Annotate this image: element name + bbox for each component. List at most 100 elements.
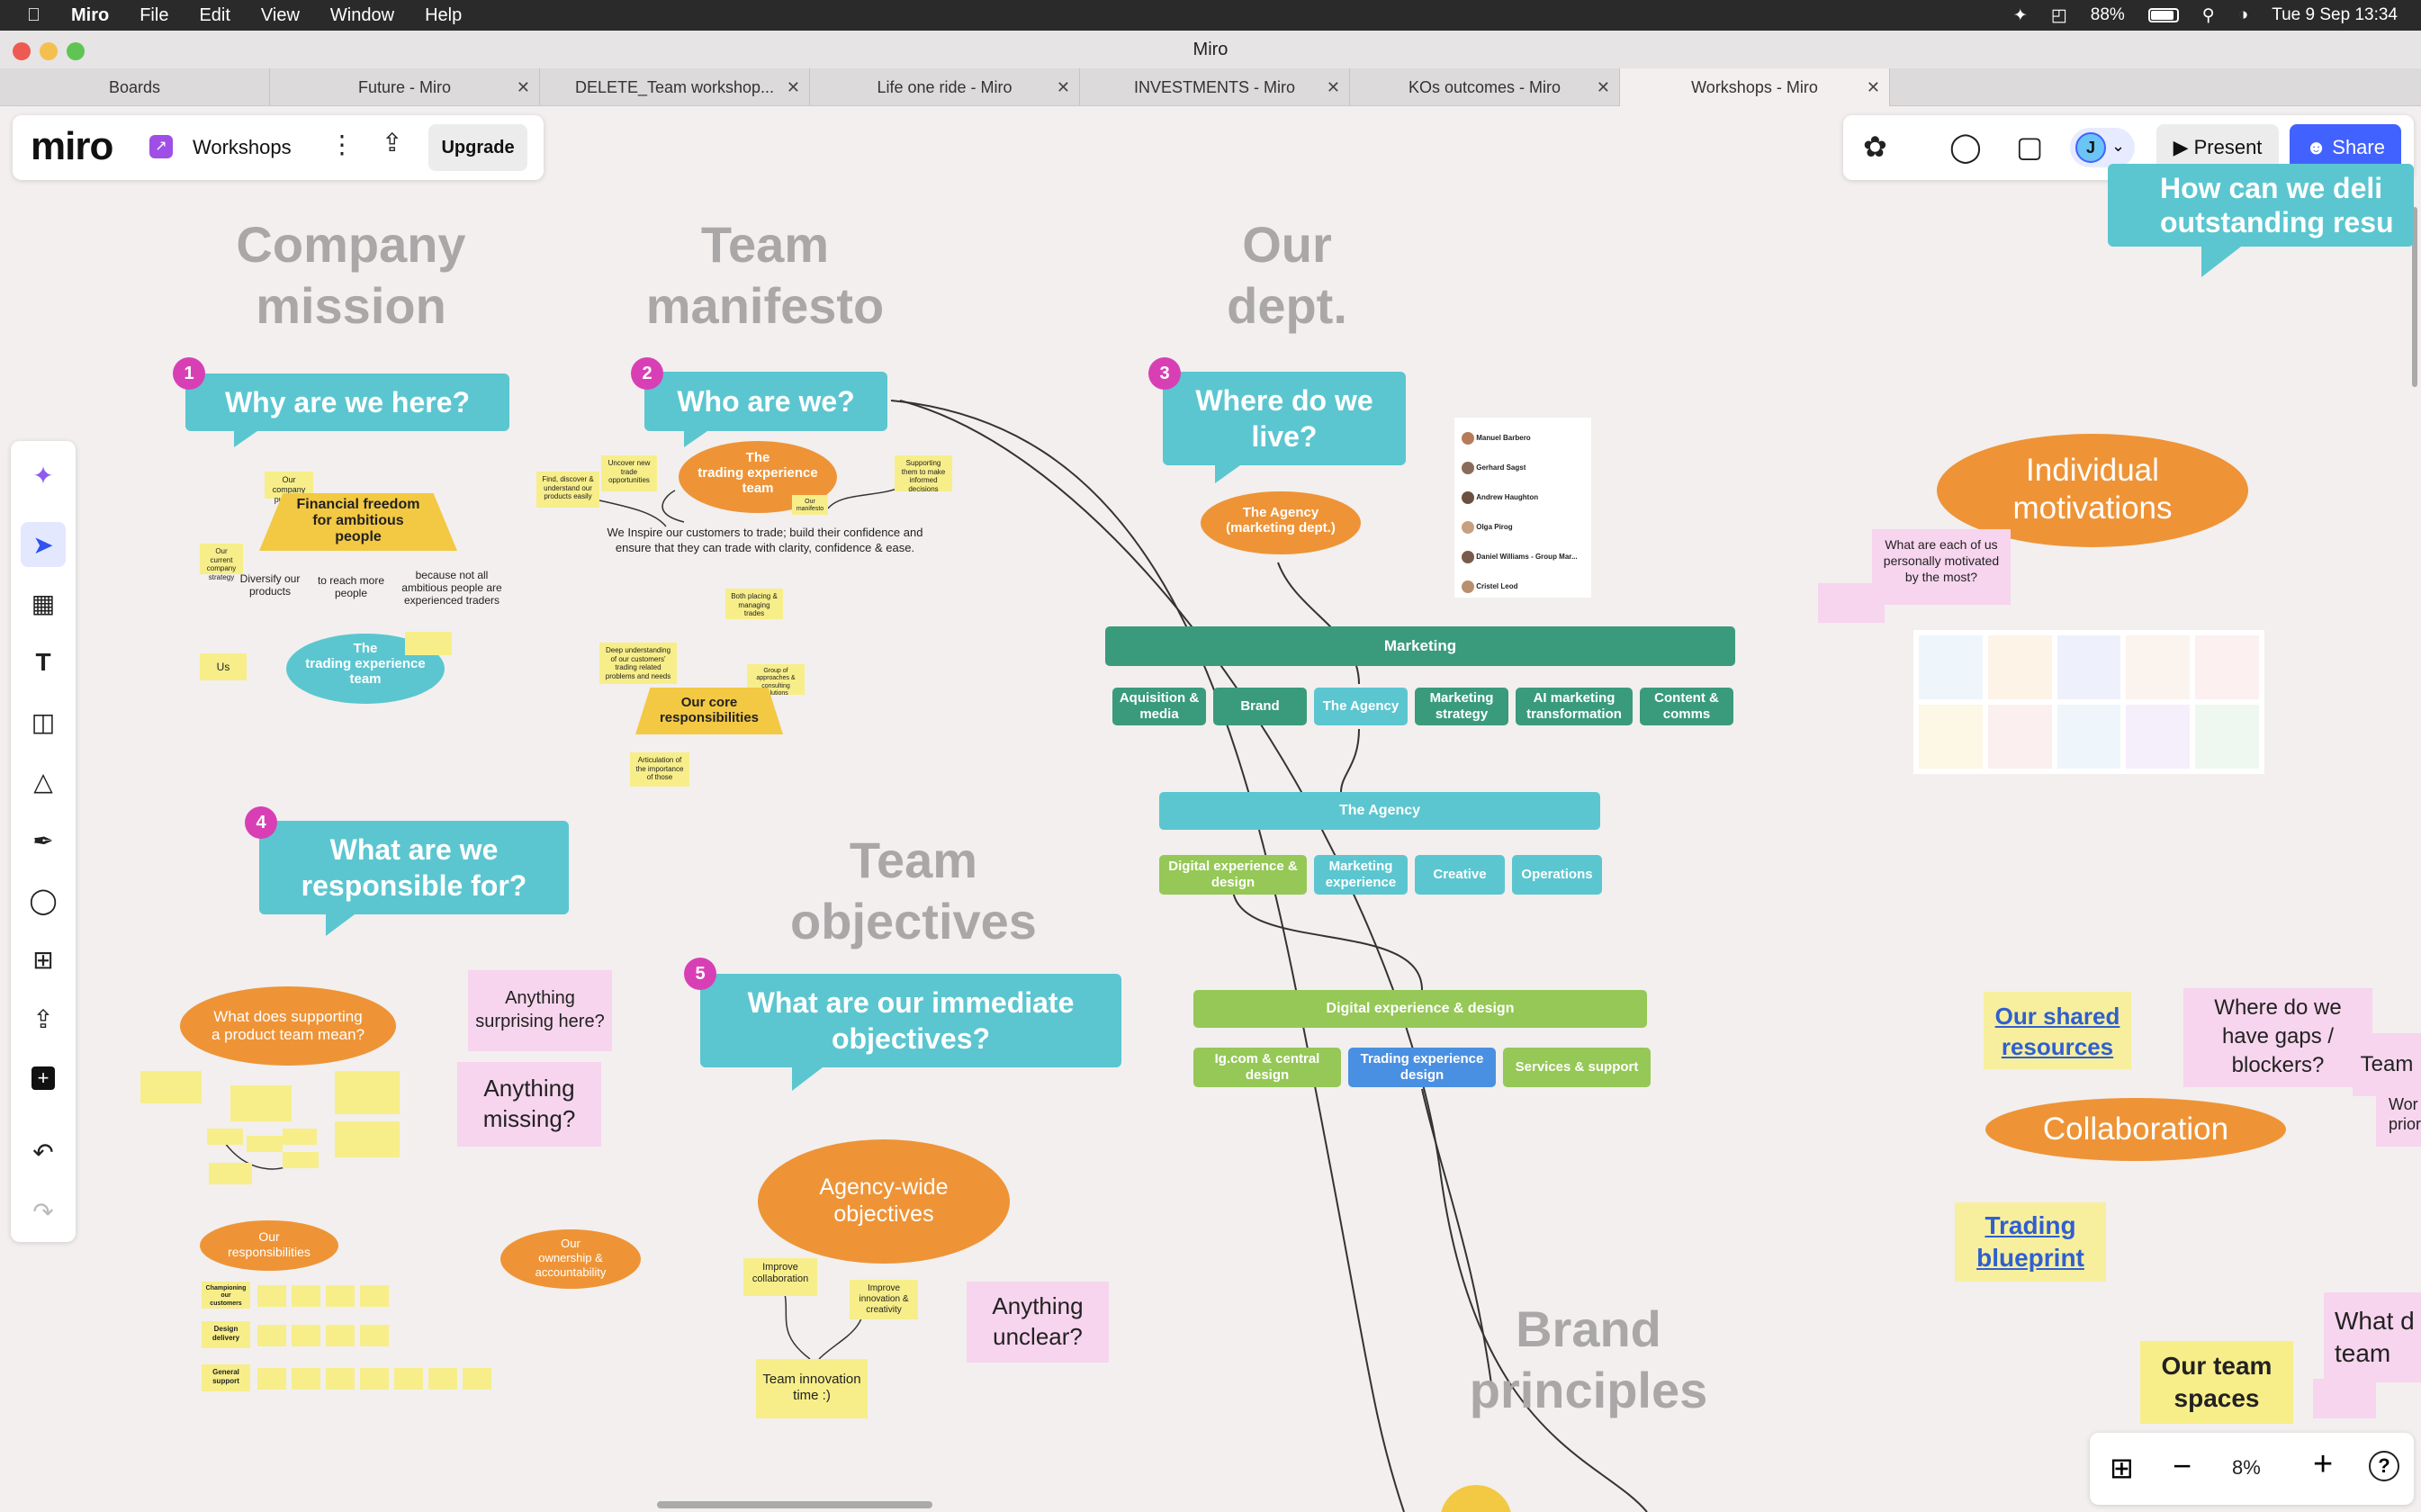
sticky-general-support[interactable]: General support xyxy=(202,1364,250,1391)
help-icon[interactable]: ? xyxy=(2369,1451,2399,1481)
question-why-are-we-here[interactable]: Why are we here? xyxy=(185,374,509,431)
question-where-do-we-live[interactable]: Where do we live? xyxy=(1163,372,1406,465)
motivation-card[interactable] xyxy=(2056,705,2121,769)
sticky-row[interactable] xyxy=(257,1368,491,1390)
cloud-ownership[interactable]: Our ownership & accountability xyxy=(500,1229,641,1289)
link-trading-blueprint[interactable]: Trading blueprint xyxy=(1955,1202,2106,1282)
motivation-card[interactable] xyxy=(1919,705,1983,769)
sticky-articulation[interactable]: Articulation of the importance of those xyxy=(630,752,689,787)
question-immediate-objectives[interactable]: What are our immediate objectives? xyxy=(700,974,1121,1067)
sticky-row[interactable] xyxy=(257,1325,389,1346)
cloud-our-responsibilities[interactable]: Our responsibilities xyxy=(200,1220,338,1271)
upgrade-button[interactable]: Upgrade xyxy=(428,124,527,171)
motivation-card[interactable] xyxy=(1919,635,1983,699)
sticky-uncover[interactable]: Uncover new trade opportunities xyxy=(601,455,657,491)
text-tool-icon[interactable]: T xyxy=(25,644,61,680)
comment-icon[interactable]: ◯ xyxy=(25,882,61,918)
undo-icon[interactable]: ↶ xyxy=(25,1134,61,1170)
agency-digital-experience[interactable]: Digital experience & design xyxy=(1159,855,1307,895)
digital-ig-central[interactable]: Ig.com & central design xyxy=(1193,1048,1341,1087)
shapes-icon[interactable]: △ xyxy=(25,763,61,799)
zoom-level[interactable]: 8% xyxy=(2232,1456,2261,1480)
question-how-can-we-deliver[interactable]: How can we deli outstanding resu xyxy=(2108,164,2414,247)
digital-experience-bar[interactable]: Digital experience & design xyxy=(1193,990,1647,1028)
sticky-us[interactable]: Us xyxy=(200,653,247,680)
sticky-note[interactable] xyxy=(230,1085,292,1121)
sticky-improve-collaboration[interactable]: Improve collaboration xyxy=(743,1258,817,1296)
dept-content-comms[interactable]: Content & comms xyxy=(1640,688,1733,725)
question-who-are-we[interactable]: Who are we? xyxy=(644,372,887,431)
dept-aquisition[interactable]: Aquisition & media xyxy=(1112,688,1206,725)
motivation-card[interactable] xyxy=(2195,705,2259,769)
sticky-championing[interactable]: Championing our customers xyxy=(202,1282,250,1309)
motivation-card[interactable] xyxy=(2126,705,2191,769)
agency-creative[interactable]: Creative xyxy=(1415,855,1505,895)
sticky-note[interactable] xyxy=(209,1163,252,1184)
motivation-card[interactable] xyxy=(2195,635,2259,699)
redo-icon[interactable]: ↷ xyxy=(25,1193,61,1229)
sticky-design-delivery[interactable]: Design delivery xyxy=(202,1321,250,1348)
sticky-supporting[interactable]: Supporting them to make informed decisio… xyxy=(895,455,952,493)
sticky-note-icon[interactable]: ◫ xyxy=(25,704,61,740)
digital-trading-experience[interactable]: Trading experience design xyxy=(1348,1048,1496,1087)
sticky-note[interactable] xyxy=(335,1121,400,1157)
motivation-card[interactable] xyxy=(1987,635,2052,699)
agency-bar[interactable]: The Agency xyxy=(1159,792,1600,830)
motivation-card[interactable] xyxy=(2126,635,2191,699)
digital-services-support[interactable]: Services & support xyxy=(1503,1048,1651,1087)
sticky-what-motivates[interactable]: What are each of us personally motivated… xyxy=(1872,529,2011,605)
upload-icon[interactable]: ⇪ xyxy=(25,1001,61,1037)
person-row[interactable]: Gerhard Sagst xyxy=(1462,453,1578,482)
add-more-icon[interactable]: + xyxy=(25,1060,61,1096)
sticky-note[interactable] xyxy=(247,1136,283,1152)
dept-ai-marketing[interactable]: AI marketing transformation xyxy=(1516,688,1633,725)
motivation-card[interactable] xyxy=(2056,635,2121,699)
sticky-our-manifesto[interactable]: Our manifesto xyxy=(792,495,828,515)
templates-icon[interactable]: ▦ xyxy=(25,585,61,621)
miro-logo[interactable]: miro xyxy=(31,124,113,169)
cloud-collaboration[interactable]: Collaboration xyxy=(1985,1098,2286,1161)
more-options-icon[interactable]: ⋮ xyxy=(329,130,355,159)
ai-sparkle-icon[interactable]: ✦ xyxy=(25,457,61,493)
person-row[interactable]: Daniel Williams - Group Mar... xyxy=(1462,542,1578,572)
dept-the-agency[interactable]: The Agency xyxy=(1314,688,1408,725)
pen-icon[interactable]: ✒ xyxy=(25,823,61,859)
sticky-deep-understanding[interactable]: Deep understanding of our customers' tra… xyxy=(599,643,677,684)
sticky-current-strategy[interactable]: Our current company strategy xyxy=(200,544,243,581)
cloud-supporting-product-team[interactable]: What does supporting a product team mean? xyxy=(180,986,396,1066)
sticky-gaps-blockers[interactable]: Where do we have gaps / blockers? xyxy=(2183,988,2372,1087)
link-our-shared-resources[interactable]: Our shared resources xyxy=(1984,992,2131,1069)
dept-brand[interactable]: Brand xyxy=(1213,688,1307,725)
sticky-what-does-team[interactable]: What d team xyxy=(2324,1292,2421,1382)
export-icon[interactable]: ⇪ xyxy=(382,128,402,158)
person-row[interactable]: Andrew Haughton xyxy=(1462,482,1578,512)
zoom-in-icon[interactable]: + xyxy=(2313,1445,2333,1484)
fit-frame-icon[interactable]: ⊞ xyxy=(2110,1451,2134,1485)
agency-marketing-experience[interactable]: Marketing experience xyxy=(1314,855,1408,895)
sticky-anything-missing[interactable]: Anything missing? xyxy=(457,1062,601,1147)
dept-marketing-strategy[interactable]: Marketing strategy xyxy=(1415,688,1508,725)
sticky-work-priorities[interactable]: Wor prior xyxy=(2376,1087,2421,1147)
sticky-note[interactable] xyxy=(2313,1379,2376,1418)
motivation-card[interactable] xyxy=(1987,705,2052,769)
sticky-note[interactable] xyxy=(140,1071,202,1103)
sticky-note[interactable] xyxy=(405,632,452,655)
comments-icon[interactable]: ◯ xyxy=(1949,130,1982,164)
board-name[interactable]: Workshops xyxy=(193,136,292,159)
agency-operations[interactable]: Operations xyxy=(1512,855,1602,895)
person-row[interactable]: Olga Pirog xyxy=(1462,512,1578,542)
sticky-note[interactable] xyxy=(207,1129,243,1145)
sticky-row[interactable] xyxy=(257,1285,389,1307)
cloud-agency-wide-objectives[interactable]: Agency-wide objectives xyxy=(758,1139,1010,1264)
select-cursor-icon[interactable]: ➤ xyxy=(21,522,66,567)
sticky-note[interactable] xyxy=(283,1152,319,1168)
person-row[interactable]: Manuel Barbero xyxy=(1462,423,1578,453)
horizontal-scrollbar[interactable] xyxy=(657,1501,932,1508)
sticky-our-team-spaces[interactable]: Our team spaces xyxy=(2140,1341,2293,1424)
cloud-agency-marketing[interactable]: The Agency (marketing dept.) xyxy=(1201,491,1361,554)
zoom-out-icon[interactable]: − xyxy=(2173,1447,2192,1485)
sticky-note[interactable] xyxy=(1818,583,1885,623)
user-switcher[interactable]: J ⌄ xyxy=(2070,128,2135,167)
video-icon[interactable]: ▢ xyxy=(2016,130,2043,164)
frame-icon[interactable]: ⊞ xyxy=(25,941,61,977)
